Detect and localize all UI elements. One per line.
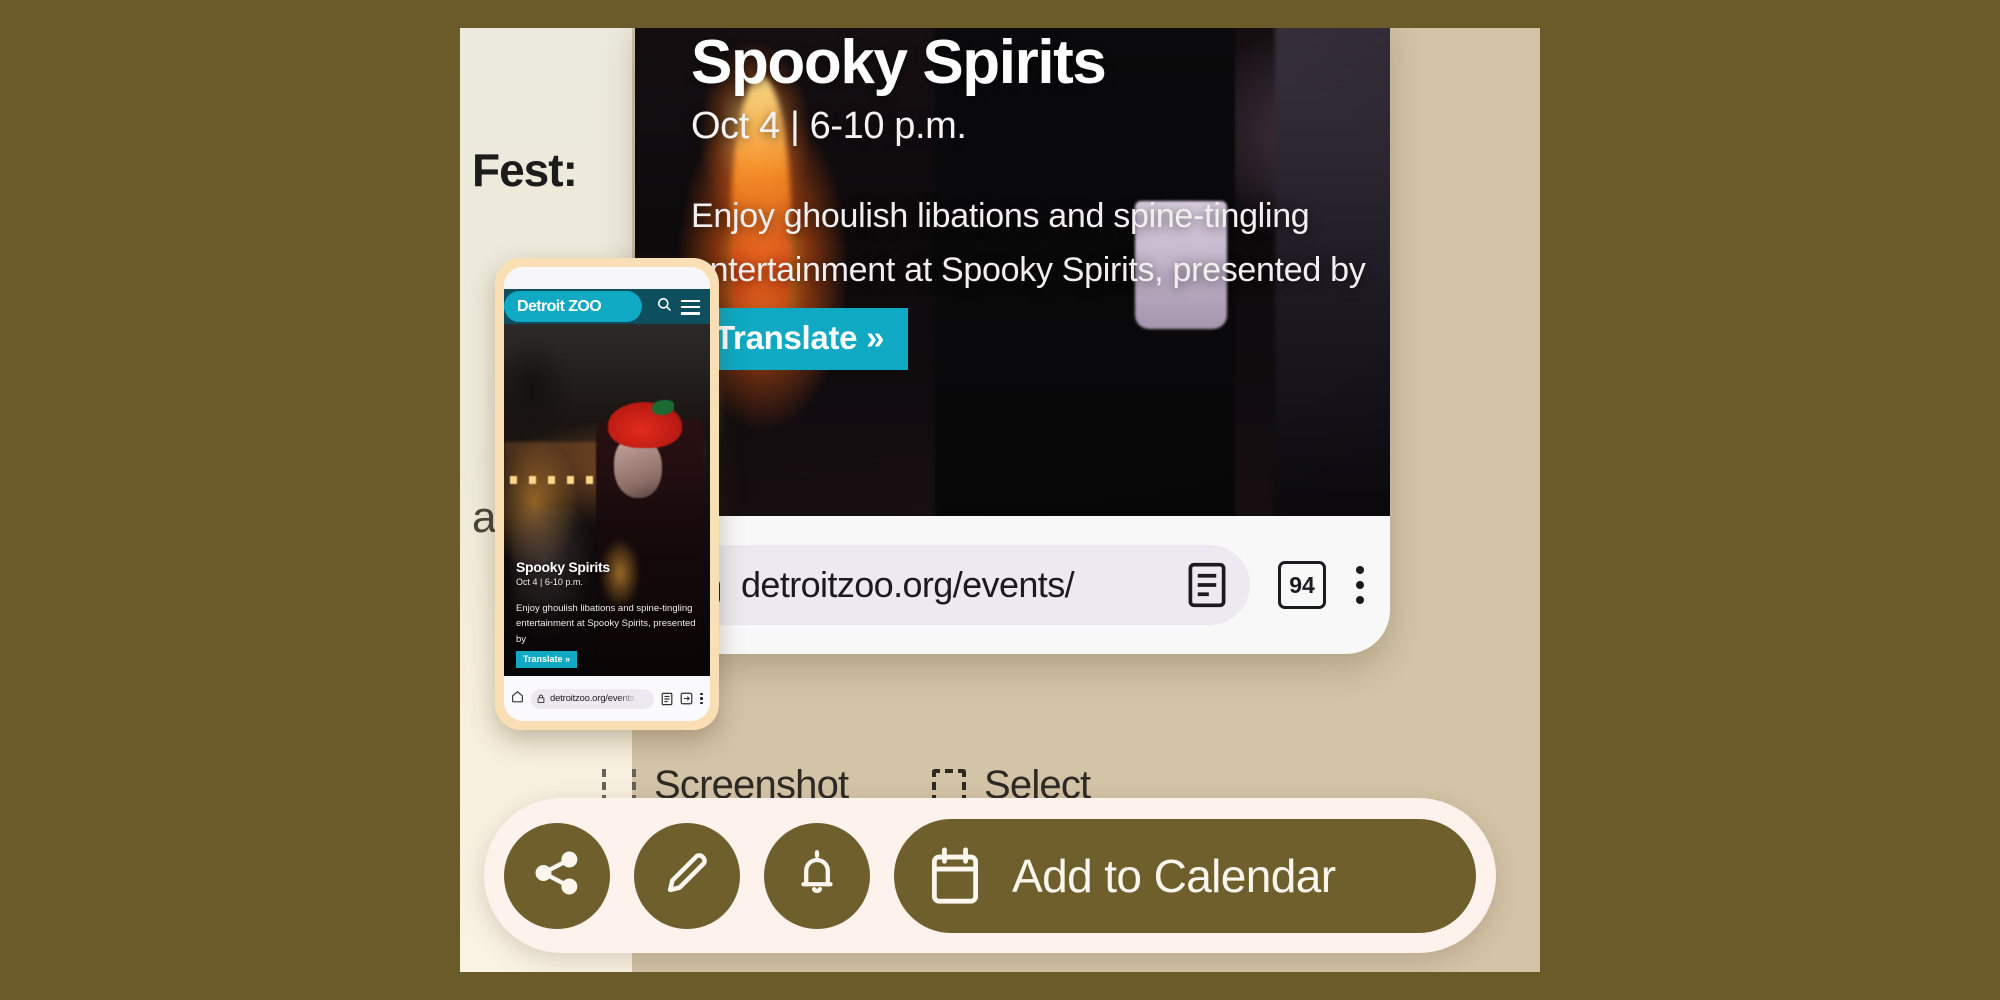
browser-menu-icon[interactable] [1356,566,1364,604]
menu-bar [681,300,700,303]
action-bar: Add to Calendar [484,798,1496,953]
phone-hero-date: Oct 4 | 6-10 p.m. [516,576,583,587]
menu-bar [681,306,700,309]
hero-title: Spooky Spirits [691,28,1107,97]
reader-mode-icon[interactable] [661,692,673,706]
hamburger-menu-icon[interactable] [681,300,700,315]
phone-hero-title: Spooky Spirits [516,558,610,575]
translate-button[interactable]: Translate » [691,307,909,370]
phone-menu-icon[interactable] [700,692,703,705]
phone-status-bar [504,267,710,289]
notification-button[interactable] [764,822,870,929]
app-stage: Fest: an- Screenshot Select Spooky Spiri… [460,28,1540,972]
kebab-dot [700,697,703,700]
hero-date: Oct 4 | 6-10 p.m. [691,105,967,148]
browser-toolbar: detroitzoo.org/events/ 94 [635,516,1390,654]
phone-hero-image: Spooky Spirits Oct 4 | 6-10 p.m. Enjoy g… [504,324,710,676]
browser-card: Spooky Spirits Oct 4 | 6-10 p.m. Enjoy g… [635,28,1390,654]
add-to-calendar-label: Add to Calendar [1012,849,1336,902]
logo-text: Detroit ZOO [517,297,602,315]
phone-hero-copy: Spooky Spirits Oct 4 | 6-10 p.m. Enjoy g… [516,559,702,668]
edit-button[interactable] [634,822,740,929]
site-header: Detroit ZOO [504,289,710,324]
search-icon[interactable] [657,297,672,317]
kebab-dot [1356,596,1364,604]
phone-browser-toolbar: detroitzoo.org/events [504,676,710,721]
detroit-zoo-logo[interactable]: Detroit ZOO [504,291,642,322]
hero-body-text: Enjoy ghoulish libations and spine-tingl… [691,197,1366,289]
tab-switcher-icon[interactable] [680,692,693,705]
phone-address-bar[interactable]: detroitzoo.org/events [531,688,655,709]
phone-translate-button[interactable]: Translate » [516,651,578,668]
kebab-dot [700,701,703,705]
bell-notification-icon [790,846,844,905]
kebab-dot [1356,581,1364,589]
phone-url-text: detroitzoo.org/events [550,693,635,704]
kebab-dot [700,692,703,696]
phone-preview-card[interactable]: Detroit ZOO Spooky Spirits Oct 4 | 6-10 … [495,258,719,730]
phone-screen: Detroit ZOO Spooky Spirits Oct 4 | 6-10 … [504,267,710,721]
phone-hero-body: Enjoy ghoulish libations and spine-tingl… [516,602,696,645]
menu-bar [681,312,700,315]
background-heading-fest: Fest: [472,144,578,196]
hero-copy: Spooky Spirits Oct 4 | 6-10 p.m. Enjoy g… [691,30,1371,370]
address-bar[interactable]: detroitzoo.org/events/ [661,545,1250,625]
add-to-calendar-button[interactable]: Add to Calendar [894,818,1476,933]
calendar-icon [928,846,982,906]
kebab-dot [1356,566,1364,574]
lock-icon [537,694,545,704]
home-icon[interactable] [511,690,524,708]
reader-mode-icon[interactable] [1186,561,1228,609]
pencil-edit-icon [660,846,714,905]
share-button[interactable] [504,822,610,929]
tab-counter[interactable]: 94 [1278,561,1326,609]
share-icon [530,846,584,905]
url-text: detroitzoo.org/events/ [741,564,1075,605]
hero-image: Spooky Spirits Oct 4 | 6-10 p.m. Enjoy g… [635,28,1390,516]
